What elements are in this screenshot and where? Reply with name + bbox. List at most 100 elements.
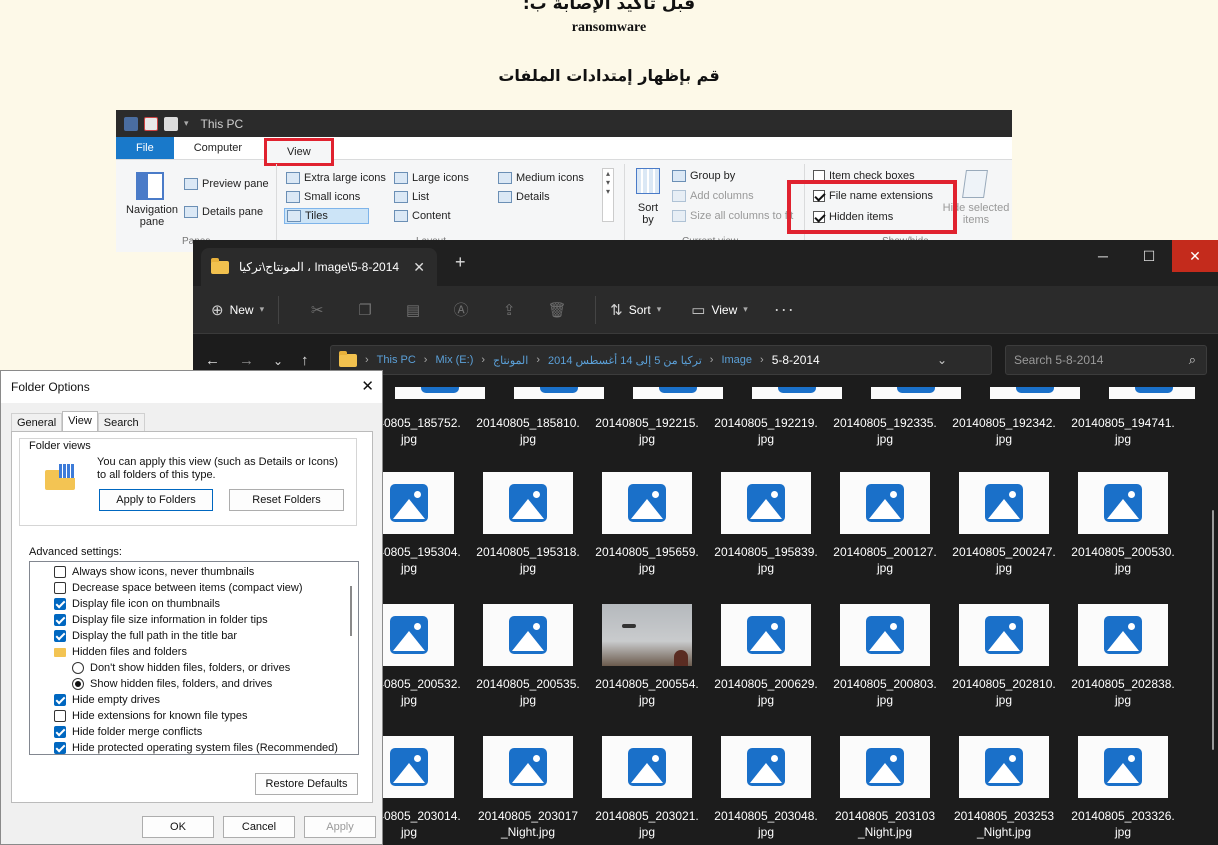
reset-folders-button[interactable]: Reset Folders [229, 489, 344, 511]
layout-list[interactable]: List [394, 191, 429, 203]
breadcrumb-drive[interactable]: Mix (E:) [435, 354, 473, 366]
file-item[interactable]: 20140805_195318. jpg [473, 472, 583, 576]
layout-extra-large-icons[interactable]: Extra large icons [286, 172, 386, 184]
advanced-setting-row[interactable]: Decrease space between items (compact vi… [54, 580, 302, 596]
advanced-setting-row[interactable]: Display the full path in the title bar [54, 628, 237, 644]
file-item[interactable]: 20140805_203017 _Night.jpg [473, 736, 583, 840]
breadcrumb-this-pc[interactable]: This PC [377, 354, 416, 366]
address-dropdown-icon[interactable]: ⌄ [937, 353, 947, 367]
view-button[interactable]: ▭ View ▾ [691, 301, 748, 319]
cut-icon[interactable]: ✂ [293, 301, 341, 319]
file-item[interactable]: 20140805_192219. jpg [711, 415, 821, 447]
file-item[interactable]: 20140805_194741. jpg [1068, 415, 1178, 447]
hide-selected-icon[interactable] [962, 170, 988, 198]
address-bar[interactable]: › This PC › Mix (E:) › المونتاج › تركيا … [330, 345, 1019, 375]
setting-checkbox[interactable] [54, 742, 66, 754]
rename-icon[interactable]: Ⓐ [437, 299, 485, 320]
paste-icon[interactable]: ▤ [389, 301, 437, 319]
copy-icon[interactable]: ❐ [341, 301, 389, 319]
file-item[interactable]: 20140805_185810. jpg [473, 415, 583, 447]
group-by-button[interactable]: Group by [672, 170, 735, 182]
restore-defaults-button[interactable]: Restore Defaults [255, 773, 358, 795]
close-window-icon[interactable]: ✕ [1172, 240, 1218, 272]
forward-icon[interactable]: → [239, 352, 254, 369]
tab-search[interactable]: Search [97, 413, 145, 431]
advanced-setting-row[interactable]: Hide extensions for known file types [54, 708, 247, 724]
explorer-tab[interactable]: المونتاج\تركيا ، Image\5-8-2014 ✕ [201, 248, 437, 286]
layout-details[interactable]: Details [498, 191, 550, 203]
navigation-pane-icon[interactable] [136, 172, 164, 200]
chevron-down-icon[interactable]: ▾ [184, 118, 189, 129]
layout-large-icons[interactable]: Large icons [394, 172, 469, 184]
file-item[interactable]: 20140805_200803. jpg [830, 604, 940, 708]
setting-checkbox[interactable] [54, 582, 66, 594]
advanced-setting-row[interactable]: Show hidden files, folders, and drives [72, 676, 272, 692]
delete-icon[interactable]: 🗑 [533, 301, 581, 319]
sort-button[interactable]: ⇅ Sort ▾ [610, 301, 661, 319]
advanced-setting-row[interactable]: Hidden files and folders [54, 644, 187, 660]
layout-tiles[interactable]: Tiles [284, 208, 369, 224]
file-item[interactable]: 20140805_200554. jpg [592, 604, 702, 708]
layout-scroll[interactable]: ▴ ▾ ▾ [602, 168, 614, 222]
setting-radio[interactable] [72, 662, 84, 674]
preview-pane-button[interactable]: Preview pane [184, 178, 269, 190]
breadcrumb-image[interactable]: Image [721, 354, 752, 366]
add-columns-button[interactable]: Add columns [672, 190, 754, 202]
advanced-setting-row[interactable]: Hide empty drives [54, 692, 160, 708]
more-options-icon[interactable]: ··· [774, 299, 795, 320]
layout-content[interactable]: Content [394, 210, 451, 222]
maximize-icon[interactable]: ☐ [1126, 240, 1172, 272]
file-item[interactable]: 20140805_195659. jpg [592, 472, 702, 576]
breadcrumb-turkey[interactable]: تركيا من 5 إلى 14 أغسطس 2014 [548, 354, 702, 367]
advanced-setting-row[interactable]: Hide folder merge conflicts [54, 724, 202, 740]
back-icon[interactable]: ← [205, 352, 220, 369]
file-item[interactable]: 20140805_195839. jpg [711, 472, 821, 576]
advanced-setting-row[interactable]: Display file icon on thumbnails [54, 596, 220, 612]
details-pane-button[interactable]: Details pane [184, 206, 263, 218]
new-tab-icon[interactable]: + [455, 252, 466, 273]
advanced-setting-row[interactable]: Hide protected operating system files (R… [54, 740, 338, 754]
file-item[interactable]: 20140805_200629. jpg [711, 604, 821, 708]
file-item[interactable]: 20140805_203021. jpg [592, 736, 702, 840]
recent-chevron-icon[interactable]: ⌄ [273, 354, 283, 368]
setting-checkbox[interactable] [54, 598, 66, 610]
up-icon[interactable]: ↑ [301, 352, 309, 369]
layout-small-icons[interactable]: Small icons [286, 191, 360, 203]
close-tab-icon[interactable]: ✕ [413, 259, 425, 276]
advanced-setting-row[interactable]: Always show icons, never thumbnails [54, 564, 254, 580]
tab-general[interactable]: General [11, 413, 63, 431]
file-item[interactable]: 20140805_192335. jpg [830, 415, 940, 447]
navigation-pane-button[interactable]: Navigation pane [124, 204, 180, 228]
sort-by-button[interactable]: Sort by [636, 202, 660, 226]
setting-checkbox[interactable] [54, 726, 66, 738]
setting-checkbox[interactable] [54, 694, 66, 706]
breadcrumb-current[interactable]: 5-8-2014 [772, 353, 820, 367]
setting-radio[interactable] [72, 678, 84, 690]
advanced-scrollbar[interactable] [350, 586, 352, 636]
sort-icon[interactable] [636, 168, 660, 194]
file-item[interactable]: 20140805_200127. jpg [830, 472, 940, 576]
search-input[interactable]: Search 5-8-2014 ⌕ [1005, 345, 1207, 375]
size-all-columns-button[interactable]: Size all columns to fit [672, 210, 793, 222]
new-folder-icon[interactable] [164, 116, 178, 131]
tab-view[interactable]: View [62, 411, 98, 432]
new-button[interactable]: ⊕ New ▾ [211, 301, 264, 319]
setting-checkbox[interactable] [54, 630, 66, 642]
vertical-scrollbar[interactable] [1212, 510, 1214, 750]
file-item[interactable]: 20140805_203103 _Night.jpg [830, 736, 940, 840]
advanced-setting-row[interactable]: Display file size information in folder … [54, 612, 268, 628]
apply-to-folders-button[interactable]: Apply to Folders [99, 489, 213, 511]
minimize-icon[interactable]: ─ [1080, 240, 1126, 272]
apply-button[interactable]: Apply [304, 816, 376, 838]
setting-checkbox[interactable] [54, 566, 66, 578]
close-dialog-icon[interactable]: ✕ [361, 377, 374, 395]
file-item[interactable]: 20140805_192215. jpg [592, 415, 702, 447]
tab-file[interactable]: File [116, 137, 174, 159]
file-item[interactable]: 20140805_203326. jpg [1068, 736, 1178, 840]
layout-medium-icons[interactable]: Medium icons [498, 172, 584, 184]
file-item[interactable]: 20140805_200530. jpg [1068, 472, 1178, 576]
breadcrumb-montage[interactable]: المونتاج [493, 354, 528, 367]
file-item[interactable]: 20140805_202838. jpg [1068, 604, 1178, 708]
file-item[interactable]: 20140805_192342. jpg [949, 415, 1059, 447]
setting-checkbox[interactable] [54, 614, 66, 626]
